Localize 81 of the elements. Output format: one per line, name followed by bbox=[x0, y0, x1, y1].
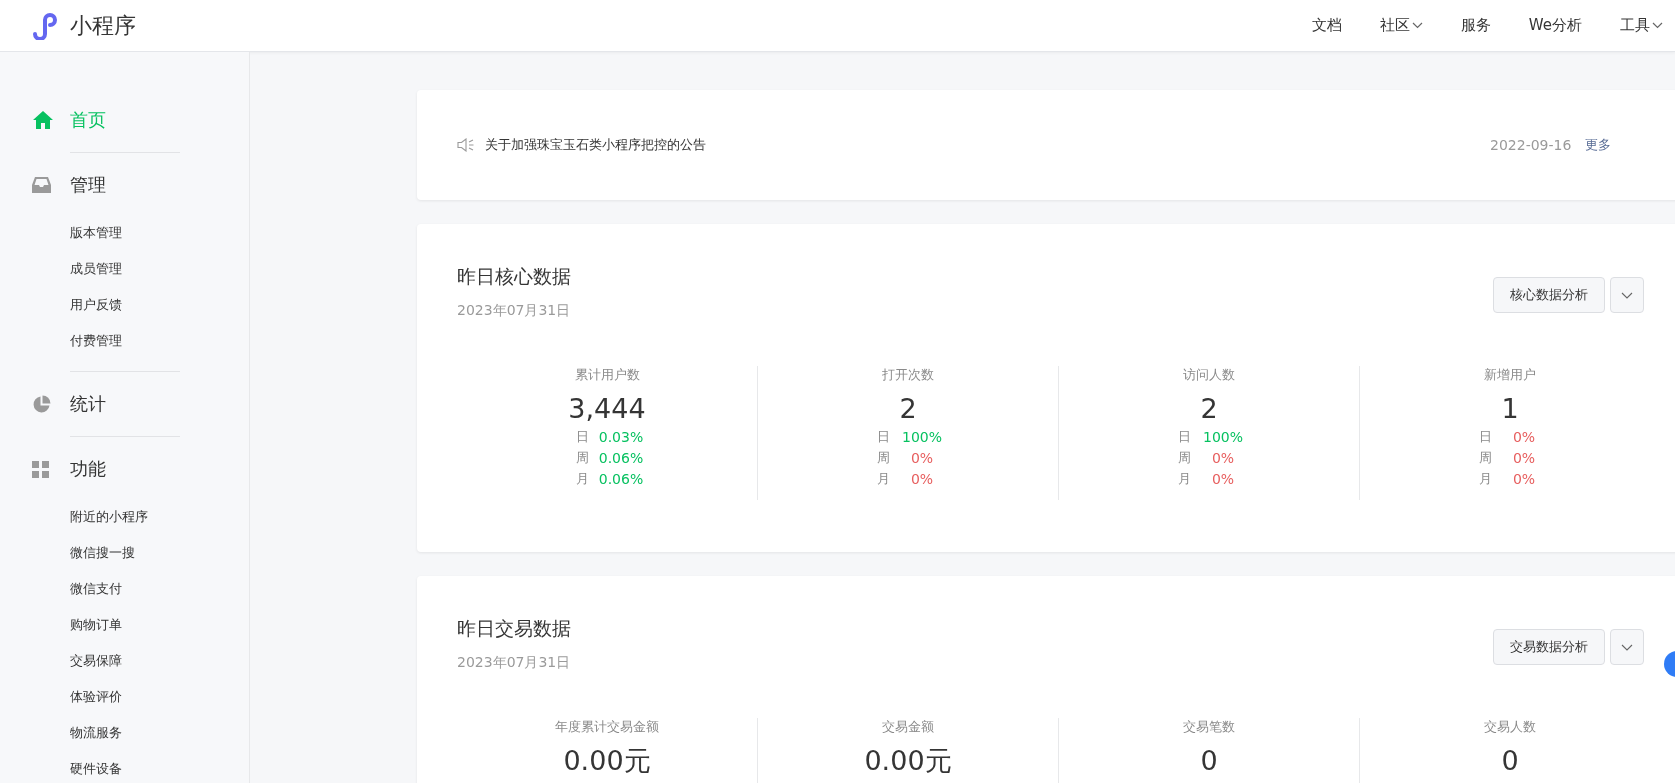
sidebar-item[interactable]: 硬件设备 bbox=[70, 751, 249, 783]
stat-value: 1 bbox=[1501, 393, 1519, 425]
stat-value: 0.00元 bbox=[563, 745, 651, 777]
period-label: 月 bbox=[1176, 469, 1192, 488]
stat-label: 交易金额 bbox=[882, 718, 934, 736]
nav-link[interactable]: We分析 bbox=[1528, 16, 1582, 35]
grid-icon bbox=[32, 460, 49, 478]
sidebar-item[interactable]: 微信搜一搜 bbox=[70, 535, 249, 571]
sidebar-item[interactable]: 附近的小程序 bbox=[70, 499, 249, 535]
period-label: 日 bbox=[875, 427, 891, 446]
change-value: 0% bbox=[1210, 470, 1236, 487]
home-icon bbox=[32, 110, 54, 130]
sidebar-section-link[interactable]: 管理 bbox=[70, 173, 106, 197]
period-label: 周 bbox=[1176, 448, 1192, 467]
change-value: 0% bbox=[1511, 470, 1537, 487]
inbox-icon bbox=[32, 177, 51, 193]
stat-value: 0.00元 bbox=[864, 745, 952, 777]
change-value: 0% bbox=[1210, 449, 1236, 466]
logo-text: 小程序 bbox=[70, 11, 136, 40]
change-value: 0.03% bbox=[597, 428, 645, 445]
sidebar-item[interactable]: 交易保障 bbox=[70, 643, 249, 679]
stat-label: 新增用户 bbox=[1484, 366, 1536, 384]
stat-label: 交易笔数 bbox=[1183, 718, 1235, 736]
nav-link[interactable]: 工具 bbox=[1620, 16, 1663, 35]
stat-label: 交易人数 bbox=[1484, 718, 1536, 736]
chevron-down-icon bbox=[1652, 22, 1663, 29]
change-value: 0.06% bbox=[597, 449, 645, 466]
nav-link[interactable]: 文档 bbox=[1311, 16, 1342, 35]
panel-title: 昨日核心数据 bbox=[457, 264, 571, 289]
dropdown-button[interactable] bbox=[1610, 629, 1644, 665]
pie-chart-icon bbox=[32, 394, 51, 414]
notice-text: 关于加强珠宝玉石类小程序把控的公告 bbox=[485, 136, 706, 154]
chevron-down-icon bbox=[1411, 22, 1423, 29]
chevron-down-icon bbox=[1621, 291, 1633, 299]
period-label: 周 bbox=[574, 448, 590, 467]
change-value: 0% bbox=[909, 449, 935, 466]
sidebar-item[interactable]: 购物订单 bbox=[70, 607, 249, 643]
change-value: 100% bbox=[1202, 428, 1244, 445]
nav-link[interactable]: 社区 bbox=[1379, 16, 1423, 35]
speaker-icon bbox=[457, 138, 475, 152]
panel-title: 昨日交易数据 bbox=[457, 616, 571, 641]
stat-label: 打开次数 bbox=[882, 366, 934, 384]
change-value: 100% bbox=[901, 428, 943, 445]
change-value: 0% bbox=[1511, 449, 1537, 466]
period-label: 周 bbox=[875, 448, 891, 467]
stat-value: 0 bbox=[1501, 745, 1519, 777]
analysis-button[interactable]: 核心数据分析 bbox=[1493, 277, 1605, 313]
sidebar-item[interactable]: 成员管理 bbox=[70, 251, 249, 287]
stat-label: 累计用户数 bbox=[574, 366, 640, 384]
change-value: 0% bbox=[909, 470, 935, 487]
panel-date: 2023年07月31日 bbox=[457, 302, 571, 320]
sidebar-item[interactable]: 付费管理 bbox=[70, 323, 249, 359]
notice-date: 2022-09-16 bbox=[1490, 137, 1572, 153]
sidebar-item[interactable]: 版本管理 bbox=[70, 215, 249, 251]
sidebar-section-link[interactable]: 功能 bbox=[70, 457, 106, 481]
sidebar-section-link[interactable]: 统计 bbox=[70, 392, 106, 416]
stat-value: 0 bbox=[1200, 745, 1218, 777]
period-label: 日 bbox=[574, 427, 590, 446]
period-label: 日 bbox=[1176, 427, 1192, 446]
dropdown-button[interactable] bbox=[1610, 277, 1644, 313]
sidebar-item[interactable]: 物流服务 bbox=[70, 715, 249, 751]
period-label: 月 bbox=[574, 469, 590, 488]
stat-value: 3,444 bbox=[568, 393, 646, 425]
change-value: 0.06% bbox=[597, 470, 645, 487]
period-label: 月 bbox=[1477, 469, 1493, 488]
stat-value: 2 bbox=[899, 393, 917, 425]
more-link[interactable]: 更多 bbox=[1585, 136, 1612, 154]
stat-label: 访问人数 bbox=[1183, 366, 1235, 384]
sidebar-item[interactable]: 体验评价 bbox=[70, 679, 249, 715]
chevron-down-icon bbox=[1621, 643, 1633, 651]
nav-link[interactable]: 服务 bbox=[1460, 16, 1491, 35]
period-label: 周 bbox=[1477, 448, 1493, 467]
period-label: 月 bbox=[875, 469, 891, 488]
panel-date: 2023年07月31日 bbox=[457, 654, 571, 672]
period-label: 日 bbox=[1477, 427, 1493, 446]
sidebar-item[interactable]: 微信支付 bbox=[70, 571, 249, 607]
stat-value: 2 bbox=[1200, 393, 1218, 425]
change-value: 0% bbox=[1511, 428, 1537, 445]
stat-label: 年度累计交易金额 bbox=[555, 718, 659, 736]
analysis-button[interactable]: 交易数据分析 bbox=[1493, 629, 1605, 665]
sidebar-item[interactable]: 用户反馈 bbox=[70, 287, 249, 323]
